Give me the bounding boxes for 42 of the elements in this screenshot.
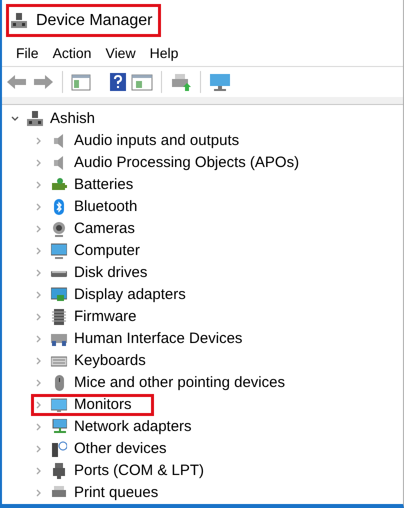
pane-icon[interactable] [71, 73, 91, 92]
tree-item[interactable]: Print queues [74, 482, 158, 504]
menu-item[interactable]: Action [46, 43, 98, 64]
tree-item[interactable]: Computer [74, 240, 140, 262]
app-icon [10, 12, 28, 30]
help-icon[interactable] [109, 72, 127, 92]
tree-item[interactable]: Disk drives [74, 262, 148, 284]
webcam-icon [51, 221, 67, 238]
monitor-icon [51, 287, 67, 304]
menu-item[interactable]: File [10, 43, 45, 64]
printer-icon[interactable] [170, 72, 192, 92]
tree-item[interactable]: Monitors [74, 394, 132, 416]
tree-item[interactable]: Ports (COM & LPT) [74, 460, 204, 482]
back-icon[interactable] [6, 73, 28, 92]
tree-item[interactable]: Ashish [50, 108, 96, 130]
monitor-icon[interactable] [209, 72, 231, 92]
tree-item[interactable]: Audio inputs and outputs [74, 130, 240, 152]
tree-item[interactable]: Bluetooth [74, 196, 138, 218]
network-icon [51, 419, 67, 436]
device-icon [51, 331, 67, 348]
monitor-icon [51, 243, 67, 260]
tree-item[interactable]: Batteries [74, 174, 134, 196]
unknown-device-icon [51, 441, 67, 458]
tree-item[interactable]: Keyboards [74, 350, 146, 372]
tree-item[interactable]: Mice and other pointing devices [74, 372, 285, 394]
tree-item[interactable]: Other devices [74, 438, 167, 460]
chip-icon [51, 309, 67, 326]
monitor-icon [51, 397, 67, 414]
pane-icon[interactable] [131, 73, 153, 92]
forward-icon[interactable] [32, 73, 54, 92]
tree-item[interactable]: Firmware [74, 306, 136, 328]
menu-item[interactable]: Help [144, 43, 184, 64]
bluetooth-icon [51, 199, 67, 216]
tree-item[interactable]: Display adapters [74, 284, 186, 306]
tree-item[interactable]: Network adapters [74, 416, 192, 438]
computer-icon [27, 111, 43, 128]
tree-item[interactable]: Cameras [74, 218, 135, 240]
tree-item[interactable]: Audio Processing Objects (APOs) [74, 152, 300, 174]
connector-icon [51, 463, 67, 480]
window-title: Device Manager [36, 10, 152, 31]
tree-item[interactable]: Human Interface Devices [74, 328, 242, 350]
menu-item[interactable]: View [99, 43, 142, 64]
